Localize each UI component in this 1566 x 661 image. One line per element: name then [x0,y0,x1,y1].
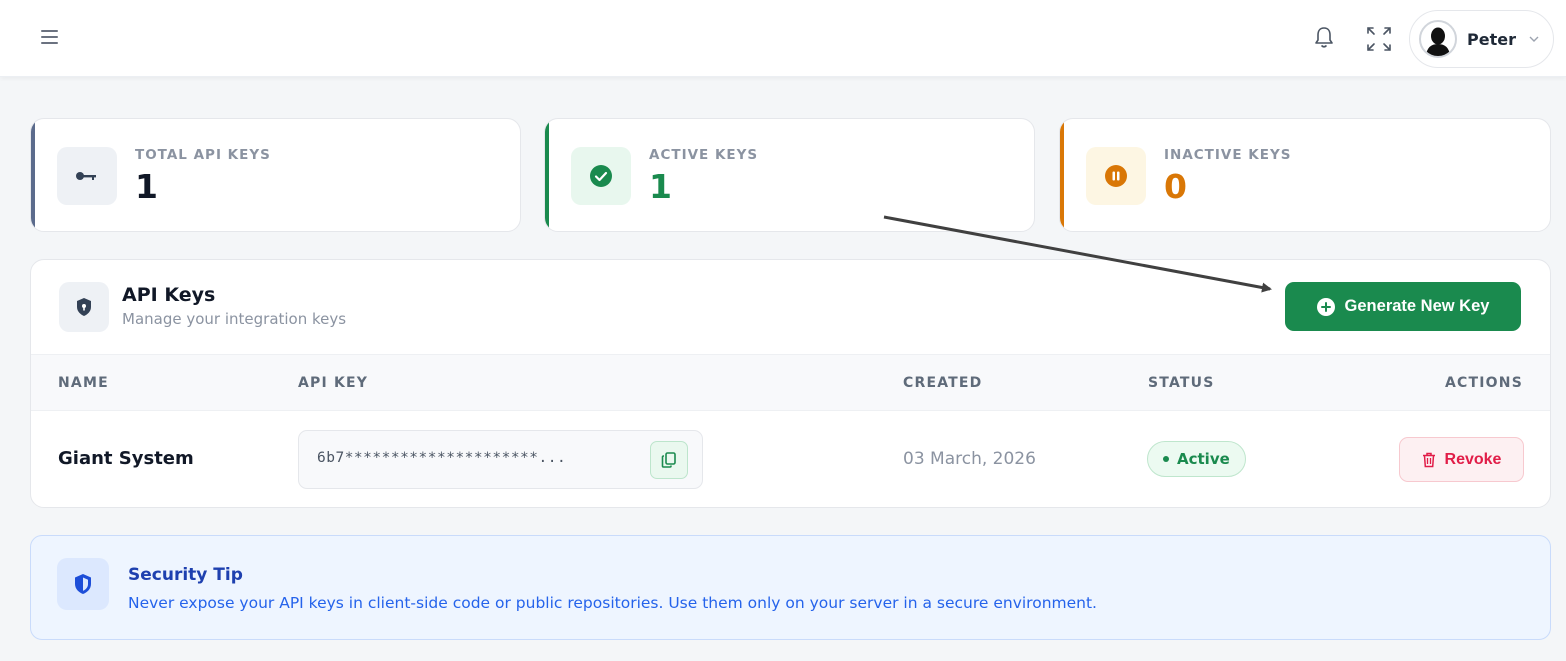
stat-value: 1 [135,167,158,206]
stat-value: 1 [649,167,672,206]
key-icon [57,147,117,205]
accent-bar [545,119,549,231]
table-row: Giant System 6b7*********************...… [31,411,1550,507]
avatar [1419,20,1457,58]
accent-bar [1060,119,1064,231]
shield-lock-icon [59,282,109,332]
api-key-value[interactable]: 6b7*********************... [317,450,635,466]
key-name: Giant System [58,448,194,469]
created-date: 03 March, 2026 [903,449,1036,469]
user-menu[interactable]: Peter [1409,10,1554,68]
column-header-actions: ACTIONS [1445,375,1523,391]
security-tip-banner: Security Tip Never expose your API keys … [30,535,1551,640]
generate-new-key-label: Generate New Key [1344,297,1490,315]
generate-new-key-button[interactable]: Generate New Key [1285,282,1521,331]
panel-subtitle: Manage your integration keys [122,310,347,328]
security-tip-title: Security Tip [128,565,243,585]
hamburger-menu-icon[interactable] [38,26,62,50]
accent-bar [31,119,35,231]
status-badge: Active [1147,441,1246,477]
fullscreen-icon[interactable] [1364,24,1394,54]
column-header-created: CREATED [903,375,983,391]
column-header-status: STATUS [1148,375,1215,391]
stat-label: ACTIVE KEYS [649,147,759,163]
status-label: Active [1177,450,1230,468]
stat-label: INACTIVE KEYS [1164,147,1292,163]
status-dot [1163,456,1169,462]
revoke-label: Revoke [1444,450,1502,468]
pause-circle-icon [1086,147,1146,205]
column-header-name: NAME [58,375,109,391]
trash-icon [1422,452,1435,467]
api-keys-panel: API Keys Manage your integration keys Ge… [30,259,1551,508]
notification-bell-icon[interactable] [1310,24,1338,52]
check-circle-icon [571,147,631,205]
panel-title: API Keys [122,284,216,306]
revoke-button[interactable]: Revoke [1399,437,1524,482]
top-bar: Peter [0,0,1566,77]
stat-label: TOTAL API KEYS [135,147,271,163]
column-header-api-key: API KEY [298,375,369,391]
stat-value: 0 [1164,167,1187,206]
api-key-field: 6b7*********************... [298,430,703,489]
shield-icon [57,558,109,610]
user-name: Peter [1467,29,1516,49]
chevron-down-icon [1529,36,1539,42]
stat-card-total: TOTAL API KEYS 1 [30,118,521,232]
plus-circle-icon [1316,297,1335,316]
stat-card-active: ACTIVE KEYS 1 [544,118,1035,232]
security-tip-text: Never expose your API keys in client-sid… [128,594,1097,612]
copy-icon [661,452,676,468]
table-header: NAME API KEY CREATED STATUS ACTIONS [31,354,1550,411]
copy-button[interactable] [650,441,688,479]
stat-card-inactive: INACTIVE KEYS 0 [1059,118,1551,232]
